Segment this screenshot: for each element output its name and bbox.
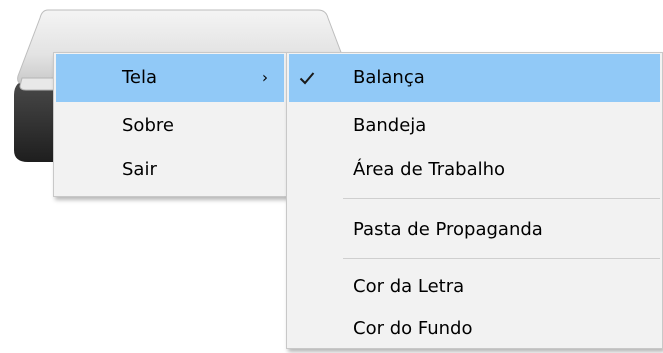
context-menu: Tela › Sobre Sair — [53, 52, 287, 197]
submenu-item-area-de-trabalho[interactable]: Área de Trabalho — [289, 146, 660, 194]
submenu-item-bandeja[interactable]: Bandeja — [289, 102, 660, 150]
menu-item-label: Tela — [122, 67, 158, 88]
submenu-item-label: Bandeja — [353, 115, 427, 136]
menu-item-sobre[interactable]: Sobre — [56, 102, 284, 150]
submenu-item-label: Cor da Letra — [353, 276, 465, 297]
submenu-item-balanca[interactable]: Balança — [289, 54, 660, 102]
menu-item-tela[interactable]: Tela › — [56, 54, 284, 102]
chevron-right-icon: › — [262, 68, 268, 87]
submenu-item-pasta-de-propaganda[interactable]: Pasta de Propaganda — [289, 206, 660, 254]
menu-separator — [343, 258, 660, 259]
menu-item-sair[interactable]: Sair — [56, 146, 284, 194]
submenu-item-label: Balança — [353, 67, 425, 88]
menu-item-label: Sair — [122, 159, 157, 180]
menu-item-label: Sobre — [122, 115, 174, 136]
submenu-item-label: Área de Trabalho — [353, 159, 506, 180]
submenu-item-label: Pasta de Propaganda — [353, 219, 543, 240]
checkmark-icon — [299, 72, 315, 85]
menu-separator — [343, 198, 660, 199]
submenu-tela: Balança Bandeja Área de Trabalho Pasta d… — [286, 52, 663, 349]
submenu-item-cor-do-fundo[interactable]: Cor do Fundo — [289, 305, 660, 353]
submenu-item-cor-da-letra[interactable]: Cor da Letra — [289, 263, 660, 311]
submenu-item-label: Cor do Fundo — [353, 318, 473, 339]
